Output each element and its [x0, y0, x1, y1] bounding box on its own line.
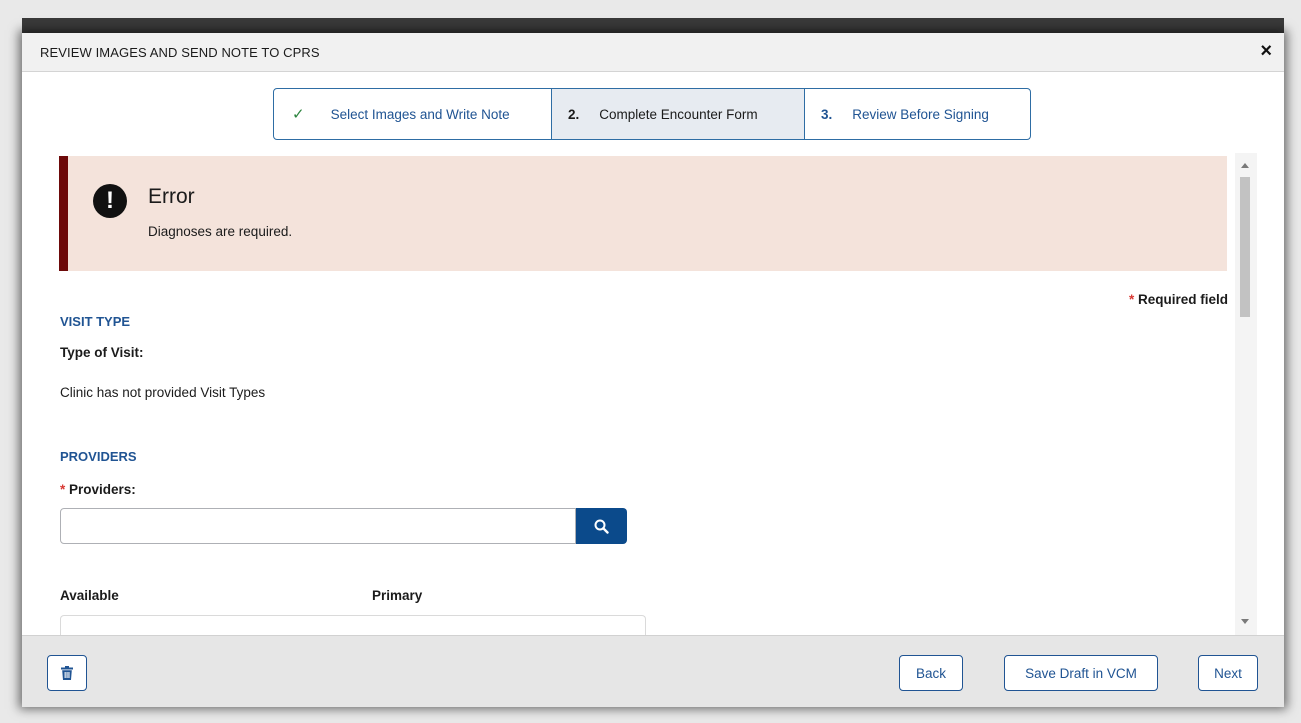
error-icon: ! — [93, 184, 127, 218]
next-button[interactable]: Next — [1198, 655, 1258, 691]
step-label: Select Images and Write Note — [330, 106, 510, 122]
providers-search-button[interactable] — [576, 508, 627, 544]
scroll-up-icon[interactable] — [1241, 163, 1249, 168]
alert-title: Error — [148, 185, 195, 208]
close-icon[interactable]: × — [1260, 41, 1272, 61]
step-review-signing[interactable]: 3. Review Before Signing — [805, 89, 1030, 139]
providers-heading: PROVIDERS — [60, 449, 137, 464]
alert-message: Diagnoses are required. — [148, 224, 293, 239]
content-scrollbar[interactable] — [1235, 153, 1257, 635]
modal-header: REVIEW IMAGES AND SEND NOTE TO CPRS × — [22, 33, 1284, 72]
checkmark-icon: ✓ — [292, 106, 305, 123]
trash-icon — [61, 666, 73, 680]
delete-draft-button[interactable] — [47, 655, 87, 691]
scroll-down-icon[interactable] — [1241, 619, 1249, 624]
available-column-header: Available — [60, 588, 119, 603]
required-star: * — [60, 482, 66, 497]
step-number: 2. — [568, 106, 580, 122]
required-text: Required field — [1137, 292, 1228, 307]
step-select-images[interactable]: ✓ Select Images and Write Note — [274, 89, 552, 139]
save-draft-button[interactable]: Save Draft in VCM — [1004, 655, 1158, 691]
providers-label-text: Providers: — [69, 482, 136, 497]
visit-type-heading: VISIT TYPE — [60, 314, 131, 329]
modal-footer: Back Save Draft in VCM Next — [22, 635, 1284, 707]
primary-column-header: Primary — [372, 588, 423, 603]
providers-list — [60, 615, 646, 636]
review-note-modal: REVIEW IMAGES AND SEND NOTE TO CPRS × ✓ … — [22, 33, 1284, 707]
step-number: 3. — [821, 106, 833, 122]
back-button[interactable]: Back — [899, 655, 963, 691]
modal-title: REVIEW IMAGES AND SEND NOTE TO CPRS — [40, 45, 320, 60]
required-field-note: * Required field — [1129, 292, 1228, 307]
scroll-thumb[interactable] — [1240, 177, 1250, 317]
error-alert: ! Error Diagnoses are required. — [59, 156, 1227, 271]
step-label: Complete Encounter Form — [599, 106, 758, 122]
required-star: * — [1128, 292, 1135, 307]
providers-search-input[interactable] — [60, 508, 576, 544]
step-label: Review Before Signing — [852, 106, 989, 122]
search-icon — [594, 519, 609, 534]
type-of-visit-label: Type of Visit: — [60, 345, 144, 360]
providers-label: * Providers: — [60, 482, 136, 497]
wizard-stepper: ✓ Select Images and Write Note 2. Comple… — [273, 88, 1031, 140]
step-encounter-form[interactable]: 2. Complete Encounter Form — [552, 89, 805, 139]
visit-type-message: Clinic has not provided Visit Types — [60, 385, 266, 400]
